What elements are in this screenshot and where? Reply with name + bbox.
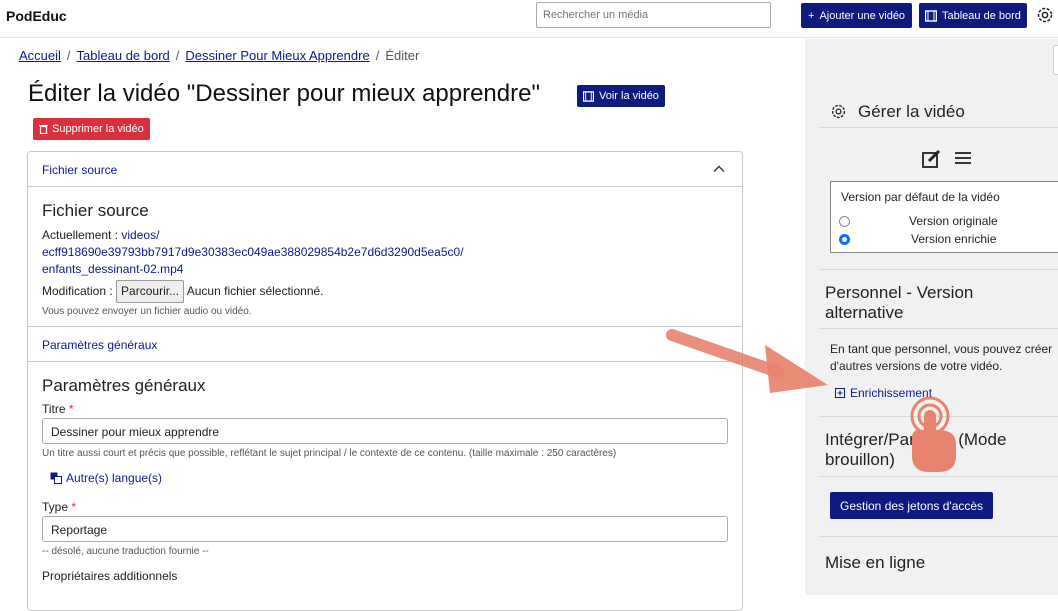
annotation-overlay — [666, 329, 956, 472]
pointer-arrow-icon — [666, 329, 828, 393]
tap-hand-icon — [910, 396, 956, 472]
